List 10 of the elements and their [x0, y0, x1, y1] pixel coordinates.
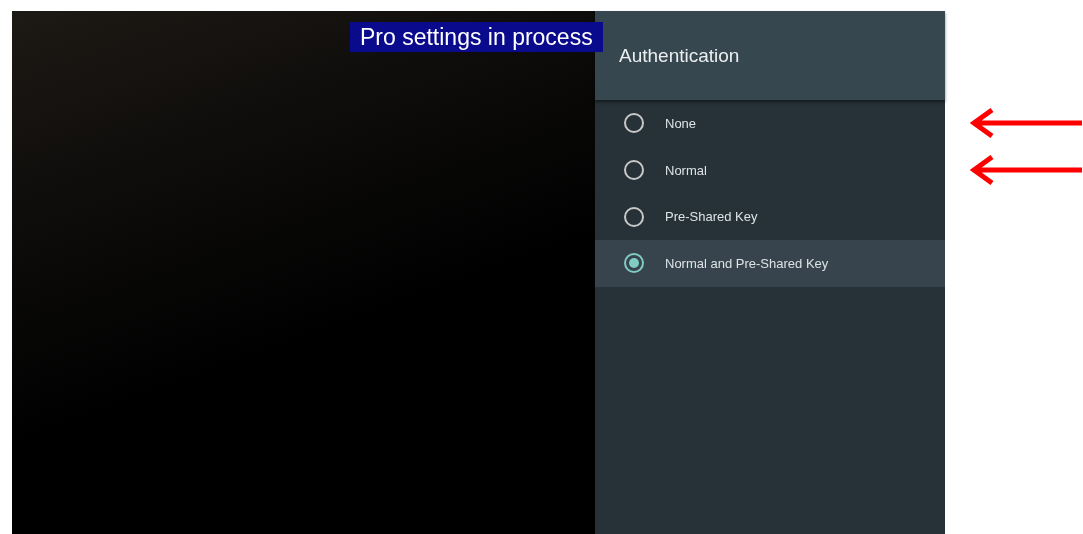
status-banner: Pro settings in process: [350, 22, 603, 52]
radio-option[interactable]: None: [595, 100, 945, 147]
radio-button[interactable]: [623, 159, 645, 182]
radio-button[interactable]: [623, 112, 645, 135]
radio-option[interactable]: Normal and Pre-Shared Key: [595, 240, 945, 287]
panel-title: Authentication: [619, 44, 740, 67]
radio-option[interactable]: Pre-Shared Key: [595, 193, 945, 241]
radio-button[interactable]: [623, 205, 645, 228]
radio-option[interactable]: Normal: [595, 146, 945, 194]
radio-button[interactable]: [623, 252, 645, 275]
